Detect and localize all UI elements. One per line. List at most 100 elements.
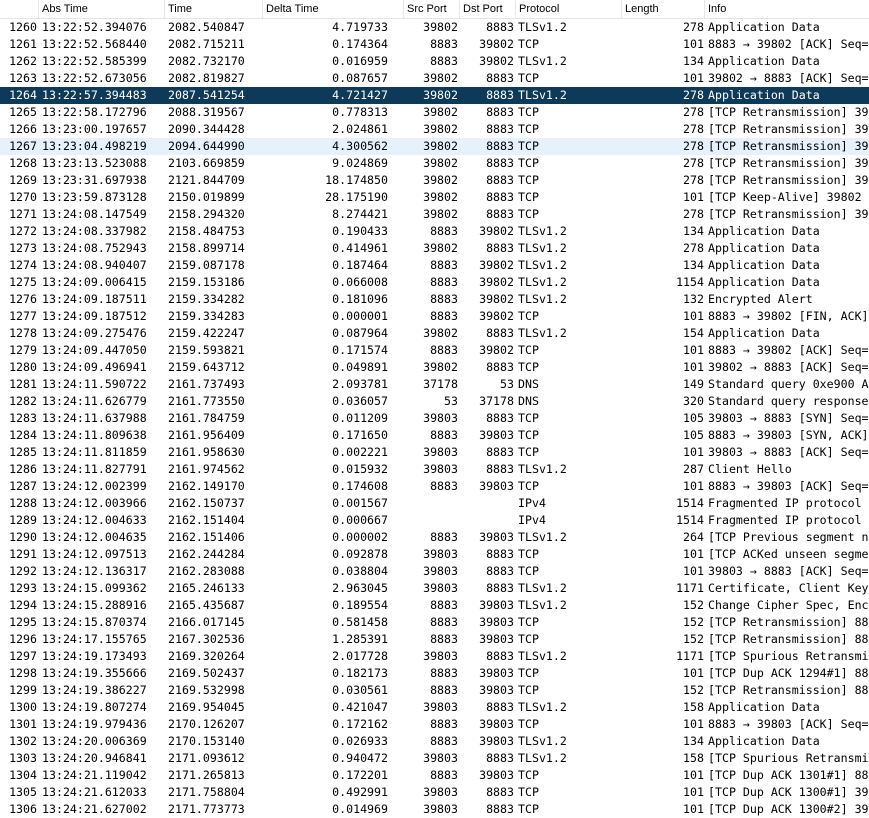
packet-row[interactable]: 1304 13:24:21.119042 2171.265813 0.172201 88… <box>0 767 869 784</box>
packet-row[interactable]: 1282 13:24:11.626779 2161.773550 0.036057 53… <box>0 393 869 410</box>
packet-row[interactable]: 1273 13:24:08.752943 2158.899714 0.414961 39… <box>0 240 869 257</box>
cell-protocol: TCP <box>518 156 539 170</box>
cell-time: 2170.153140 <box>168 734 245 748</box>
packet-row[interactable]: 1298 13:24:19.355666 2169.502437 0.182173 88… <box>0 665 869 682</box>
cell-time: 2159.087178 <box>168 258 245 272</box>
column-header-time[interactable]: Time <box>164 0 262 18</box>
cell-packet-no: 1286 <box>9 462 37 476</box>
cell-delta-time: 4.719733 <box>332 20 388 34</box>
column-header-protocol[interactable]: Protocol <box>515 0 621 18</box>
cell-time: 2090.344428 <box>168 122 245 136</box>
cell-dst-port: 39802 <box>479 54 514 68</box>
packet-list-header: Abs Time Time Delta Time Src Port Dst Po… <box>0 0 869 19</box>
packet-row[interactable]: 1269 13:23:31.697938 2121.844709 18.174850 3… <box>0 172 869 189</box>
packet-row[interactable]: 1290 13:24:12.004635 2162.151406 0.000002 88… <box>0 529 869 546</box>
cell-time: 2171.265813 <box>168 768 245 782</box>
packet-row[interactable]: 1287 13:24:12.002399 2162.149170 0.174608 88… <box>0 478 869 495</box>
packet-row[interactable]: 1302 13:24:20.006369 2170.153140 0.026933 88… <box>0 733 869 750</box>
cell-delta-time: 4.300562 <box>332 139 388 153</box>
packet-row[interactable]: 1276 13:24:09.187511 2159.334282 0.181096 88… <box>0 291 869 308</box>
packet-row[interactable]: 1292 13:24:12.136317 2162.283088 0.038804 39… <box>0 563 869 580</box>
cell-length: 101 <box>683 717 704 731</box>
packet-row[interactable]: 1288 13:24:12.003966 2162.150737 0.001567 IP… <box>0 495 869 512</box>
packet-row[interactable]: 1296 13:24:17.155765 2167.302536 1.285391 88… <box>0 631 869 648</box>
packet-row[interactable]: 1291 13:24:12.097513 2162.244284 0.092878 39… <box>0 546 869 563</box>
packet-row[interactable]: 1265 13:22:58.172796 2088.319567 0.778313 39… <box>0 104 869 121</box>
packet-row[interactable]: 1283 13:24:11.637988 2161.784759 0.011209 39… <box>0 410 869 427</box>
column-header-no[interactable] <box>0 0 38 18</box>
cell-dst-port: 39802 <box>479 343 514 357</box>
cell-protocol: IPv4 <box>518 513 546 527</box>
packet-row[interactable]: 1260 13:22:52.394076 2082.540847 4.719733 39… <box>0 19 869 36</box>
cell-abs-time: 13:24:09.496941 <box>42 360 147 374</box>
packet-row[interactable]: 1284 13:24:11.809638 2161.956409 0.171650 88… <box>0 427 869 444</box>
packet-row[interactable]: 1306 13:24:21.627002 2171.773773 0.014969 39… <box>0 801 869 818</box>
packet-row[interactable]: 1301 13:24:19.979436 2170.126207 0.172162 88… <box>0 716 869 733</box>
cell-packet-no: 1298 <box>9 666 37 680</box>
packet-row[interactable]: 1300 13:24:19.807274 2169.954045 0.421047 39… <box>0 699 869 716</box>
cell-info: 39803 → 8883 [ACK] Seq= <box>708 445 869 459</box>
packet-row[interactable]: 1271 13:24:08.147549 2158.294320 8.274421 39… <box>0 206 869 223</box>
packet-row[interactable]: 1299 13:24:19.386227 2169.532998 0.030561 88… <box>0 682 869 699</box>
packet-row[interactable]: 1279 13:24:09.447050 2159.593821 0.171574 88… <box>0 342 869 359</box>
cell-protocol: DNS <box>518 377 539 391</box>
cell-time: 2159.153186 <box>168 275 245 289</box>
cell-info: 8883 → 39802 [FIN, ACK] <box>708 309 869 323</box>
cell-abs-time: 13:24:15.288916 <box>42 598 147 612</box>
packet-row[interactable]: 1293 13:24:15.099362 2165.246133 2.963045 39… <box>0 580 869 597</box>
packet-row[interactable]: 1275 13:24:09.006415 2159.153186 0.066008 88… <box>0 274 869 291</box>
cell-src-port: 39802 <box>423 360 458 374</box>
cell-abs-time: 13:22:57.394483 <box>42 88 147 102</box>
packet-row[interactable]: 1303 13:24:20.946841 2171.093612 0.940472 39… <box>0 750 869 767</box>
packet-row[interactable]: 1289 13:24:12.004633 2162.151404 0.000667 IP… <box>0 512 869 529</box>
cell-src-port: 8883 <box>430 530 458 544</box>
cell-src-port: 39802 <box>423 156 458 170</box>
cell-abs-time: 13:23:04.498219 <box>42 139 147 153</box>
packet-row[interactable]: 1268 13:23:13.523088 2103.669859 9.024869 39… <box>0 155 869 172</box>
packet-row[interactable]: 1274 13:24:08.940407 2159.087178 0.187464 88… <box>0 257 869 274</box>
packet-row[interactable]: 1286 13:24:11.827791 2161.974562 0.015932 39… <box>0 461 869 478</box>
packet-row[interactable]: 1281 13:24:11.590722 2161.737493 2.093781 37… <box>0 376 869 393</box>
cell-dst-port: 8883 <box>486 700 514 714</box>
cell-abs-time: 13:24:11.637988 <box>42 411 147 425</box>
packet-row[interactable]: 1266 13:23:00.197657 2090.344428 2.024861 39… <box>0 121 869 138</box>
packet-row[interactable]: 1278 13:24:09.275476 2159.422247 0.087964 39… <box>0 325 869 342</box>
packet-row[interactable]: 1280 13:24:09.496941 2159.643712 0.049891 39… <box>0 359 869 376</box>
packet-row[interactable]: 1297 13:24:19.173493 2169.320264 2.017728 39… <box>0 648 869 665</box>
cell-delta-time: 0.038804 <box>332 564 388 578</box>
cell-abs-time: 13:24:09.447050 <box>42 343 147 357</box>
packet-row[interactable]: 1305 13:24:21.612033 2171.758804 0.492991 39… <box>0 784 869 801</box>
cell-src-port: 37178 <box>423 377 458 391</box>
cell-abs-time: 13:24:11.590722 <box>42 377 147 391</box>
packet-row[interactable]: 1263 13:22:52.673056 2082.819827 0.087657 39… <box>0 70 869 87</box>
cell-length: 134 <box>683 734 704 748</box>
packet-row[interactable]: 1261 13:22:52.568440 2082.715211 0.174364 88… <box>0 36 869 53</box>
packet-row[interactable]: 1295 13:24:15.870374 2166.017145 0.581458 88… <box>0 614 869 631</box>
column-header-delta-time[interactable]: Delta Time <box>262 0 403 18</box>
cell-dst-port: 39803 <box>479 717 514 731</box>
cell-time: 2162.151404 <box>168 513 245 527</box>
cell-length: 158 <box>683 700 704 714</box>
cell-dst-port: 37178 <box>479 394 514 408</box>
cell-protocol: TCP <box>518 360 539 374</box>
packet-list[interactable]: 1260 13:22:52.394076 2082.540847 4.719733 39… <box>0 19 869 818</box>
packet-row[interactable]: 1264 13:22:57.394483 2087.541254 4.721427 39… <box>0 87 869 104</box>
column-header-dst-port[interactable]: Dst Port <box>459 0 515 18</box>
packet-row[interactable]: 1267 13:23:04.498219 2094.644990 4.300562 39… <box>0 138 869 155</box>
column-header-src-port[interactable]: Src Port <box>403 0 459 18</box>
column-header-length[interactable]: Length <box>621 0 704 18</box>
cell-abs-time: 13:23:59.873128 <box>42 190 147 204</box>
cell-abs-time: 13:23:13.523088 <box>42 156 147 170</box>
cell-length: 101 <box>683 309 704 323</box>
cell-abs-time: 13:24:09.006415 <box>42 275 147 289</box>
packet-row[interactable]: 1272 13:24:08.337982 2158.484753 0.190433 88… <box>0 223 869 240</box>
cell-packet-no: 1293 <box>9 581 37 595</box>
packet-row[interactable]: 1285 13:24:11.811859 2161.958630 0.002221 39… <box>0 444 869 461</box>
packet-row[interactable]: 1262 13:22:52.585399 2082.732170 0.016959 88… <box>0 53 869 70</box>
column-header-info[interactable]: Info <box>704 0 869 18</box>
cell-length: 1514 <box>676 496 704 510</box>
column-header-abs-time[interactable]: Abs Time <box>38 0 164 18</box>
packet-row[interactable]: 1270 13:23:59.873128 2150.019899 28.175190 3… <box>0 189 869 206</box>
packet-row[interactable]: 1294 13:24:15.288916 2165.435687 0.189554 88… <box>0 597 869 614</box>
packet-row[interactable]: 1277 13:24:09.187512 2159.334283 0.000001 88… <box>0 308 869 325</box>
